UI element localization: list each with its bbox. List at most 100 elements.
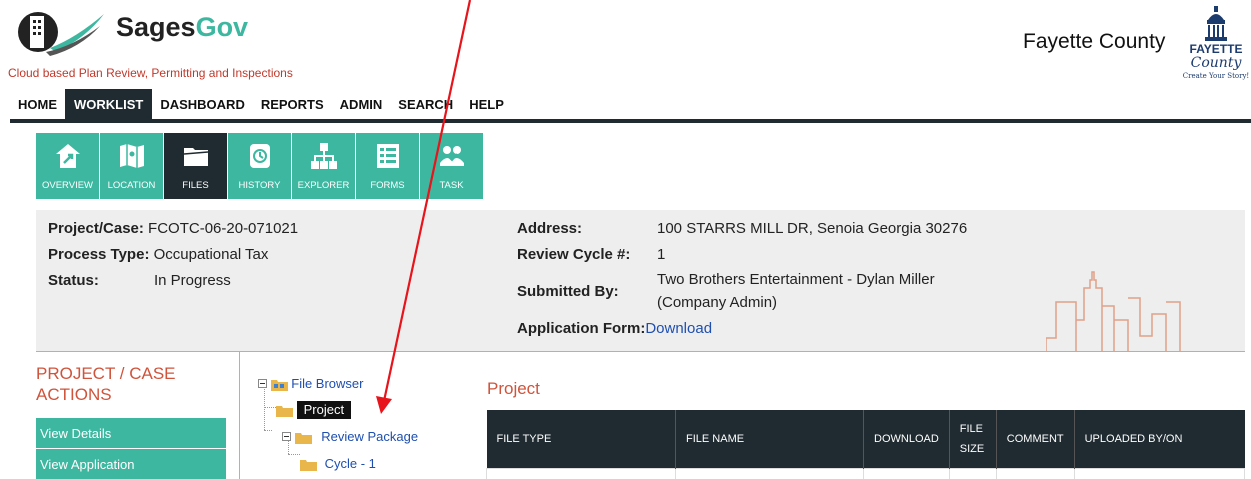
tab-location[interactable]: LOCATION	[100, 133, 164, 199]
tab-files[interactable]: FILES	[164, 133, 228, 199]
actions-title: PROJECT / CASE ACTIONS	[36, 363, 226, 405]
view-details-button[interactable]: View Details	[36, 418, 226, 448]
brand-name[interactable]: SagesGov	[116, 12, 248, 43]
tree-node-project[interactable]: Project	[276, 401, 352, 419]
nav-search[interactable]: SEARCH	[390, 89, 461, 119]
col-file-size[interactable]: FILE SIZE	[948, 410, 997, 468]
table-row	[486, 467, 1246, 479]
tree-root-label[interactable]: File Browser	[291, 376, 363, 391]
submitted-by-label: Submitted By:	[517, 283, 619, 300]
files-table-header: FILE TYPE FILE NAME DOWNLOAD FILE SIZE C…	[486, 410, 1245, 468]
collapse-icon[interactable]	[282, 432, 291, 441]
project-case-value: FCOTC-06-20-071021	[148, 220, 299, 237]
folder-icon	[294, 432, 312, 444]
tab-history[interactable]: HISTORY	[228, 133, 292, 199]
table-cell	[948, 467, 997, 479]
main-nav: HOME WORKLIST DASHBOARD REPORTS ADMIN SE…	[18, 89, 512, 119]
address-value: 100 STARRS MILL DR, Senoia Georgia 30276	[657, 220, 968, 237]
sagesgov-logo-icon	[18, 12, 104, 56]
county-logo: FAYETTE County Create Your Story!	[1181, 6, 1251, 84]
files-table: FILE TYPE FILE NAME DOWNLOAD FILE SIZE C…	[486, 410, 1246, 479]
status-value: In Progress	[154, 272, 231, 289]
table-cell	[863, 467, 950, 479]
application-form-label: Application Form:	[517, 320, 646, 337]
tab-location-label: LOCATION	[107, 180, 156, 191]
tree-node-root[interactable]: File Browser	[258, 376, 364, 391]
project-case-label: Project/Case:	[48, 220, 144, 237]
nav-worklist[interactable]: WORKLIST	[65, 89, 153, 119]
tree-line	[264, 430, 272, 431]
col-file-name[interactable]: FILE NAME	[675, 410, 864, 468]
tab-overview[interactable]: OVERVIEW	[36, 133, 100, 199]
process-type-value: Occupational Tax	[153, 246, 269, 263]
sitemap-icon	[311, 143, 337, 169]
county-logo-title: FAYETTE	[1189, 42, 1243, 56]
nav-reports[interactable]: REPORTS	[253, 89, 332, 119]
process-type-row: Process Type: Occupational Tax	[48, 246, 268, 263]
tree-line	[288, 454, 300, 455]
county-logo-slogan: Create Your Story!	[1182, 72, 1250, 80]
tree-node-review-package[interactable]: Review Package	[282, 429, 418, 444]
review-cycle-value: 1	[657, 246, 666, 263]
map-icon	[120, 144, 144, 168]
table-cell	[1073, 467, 1246, 479]
overview-icon	[56, 144, 80, 168]
form-icon	[377, 144, 399, 168]
tab-forms-label: FORMS	[370, 180, 405, 191]
page: SagesGov Cloud based Plan Review, Permit…	[0, 0, 1251, 479]
folder-icon	[300, 459, 317, 471]
tab-task[interactable]: TASK	[420, 133, 484, 199]
tab-explorer[interactable]: EXPLORER	[292, 133, 356, 199]
case-tabs: OVERVIEW LOCATION FILES HISTORY EXPLORER…	[36, 133, 484, 199]
tree-cycle-label[interactable]: Cycle - 1	[325, 456, 376, 471]
status-label: Status:	[48, 272, 99, 289]
process-type-label: Process Type:	[48, 246, 150, 263]
panel-divider	[239, 352, 240, 479]
tab-explorer-label: EXPLORER	[297, 180, 350, 191]
nav-help[interactable]: HELP	[461, 89, 512, 119]
address-label: Address:	[517, 220, 583, 237]
folder-icon	[276, 405, 293, 417]
table-cell	[995, 467, 1075, 479]
case-info-panel: Project/Case: FCOTC-06-20-071021 Process…	[36, 210, 1245, 352]
skyline-decoration	[1046, 271, 1236, 352]
tagline: Cloud based Plan Review, Permitting and …	[8, 66, 293, 80]
tab-task-label: TASK	[439, 180, 464, 191]
county-logo-script: County	[1190, 55, 1242, 71]
history-icon	[250, 144, 270, 168]
nav-home[interactable]: HOME	[18, 89, 65, 119]
brand-sages: Sages	[116, 12, 196, 42]
tree-review-package-label[interactable]: Review Package	[321, 429, 418, 444]
files-section-title: Project	[487, 379, 540, 398]
tab-forms[interactable]: FORMS	[356, 133, 420, 199]
submitted-by-name: Two Brothers Entertainment - Dylan Mille…	[657, 271, 935, 288]
project-case-row: Project/Case: FCOTC-06-20-071021	[48, 220, 298, 237]
tree-project-label[interactable]: Project	[296, 401, 352, 419]
col-uploaded-by[interactable]: UPLOADED BY/ON	[1073, 410, 1245, 468]
county-name: Fayette County	[1023, 30, 1166, 53]
actions-title-line2: ACTIONS	[36, 385, 112, 404]
col-download[interactable]: DOWNLOAD	[863, 410, 950, 468]
courthouse-icon	[1205, 6, 1227, 41]
col-comment[interactable]: COMMENT	[995, 410, 1075, 468]
tree-node-cycle[interactable]: Cycle - 1	[300, 456, 376, 471]
table-cell	[675, 467, 864, 479]
nav-admin[interactable]: ADMIN	[332, 89, 391, 119]
brand-gov: Gov	[195, 12, 249, 42]
table-cell	[486, 467, 676, 479]
nav-dashboard[interactable]: DASHBOARD	[152, 89, 253, 119]
submitted-by-role: (Company Admin)	[657, 294, 778, 311]
nav-divider	[10, 119, 1251, 123]
folder-tree-icon	[270, 379, 288, 391]
tree-line	[264, 407, 276, 408]
task-icon	[440, 146, 464, 166]
application-form-row: Application Form:Download	[517, 320, 712, 337]
tab-overview-label: OVERVIEW	[41, 180, 94, 191]
status-row: Status: In Progress	[48, 272, 231, 289]
view-application-button[interactable]: View Application	[36, 449, 226, 479]
review-cycle-label: Review Cycle #:	[517, 246, 631, 263]
col-file-type[interactable]: FILE TYPE	[486, 410, 676, 468]
collapse-icon[interactable]	[258, 379, 267, 388]
download-link[interactable]: Download	[645, 320, 712, 337]
actions-title-line1: PROJECT / CASE	[36, 364, 176, 383]
